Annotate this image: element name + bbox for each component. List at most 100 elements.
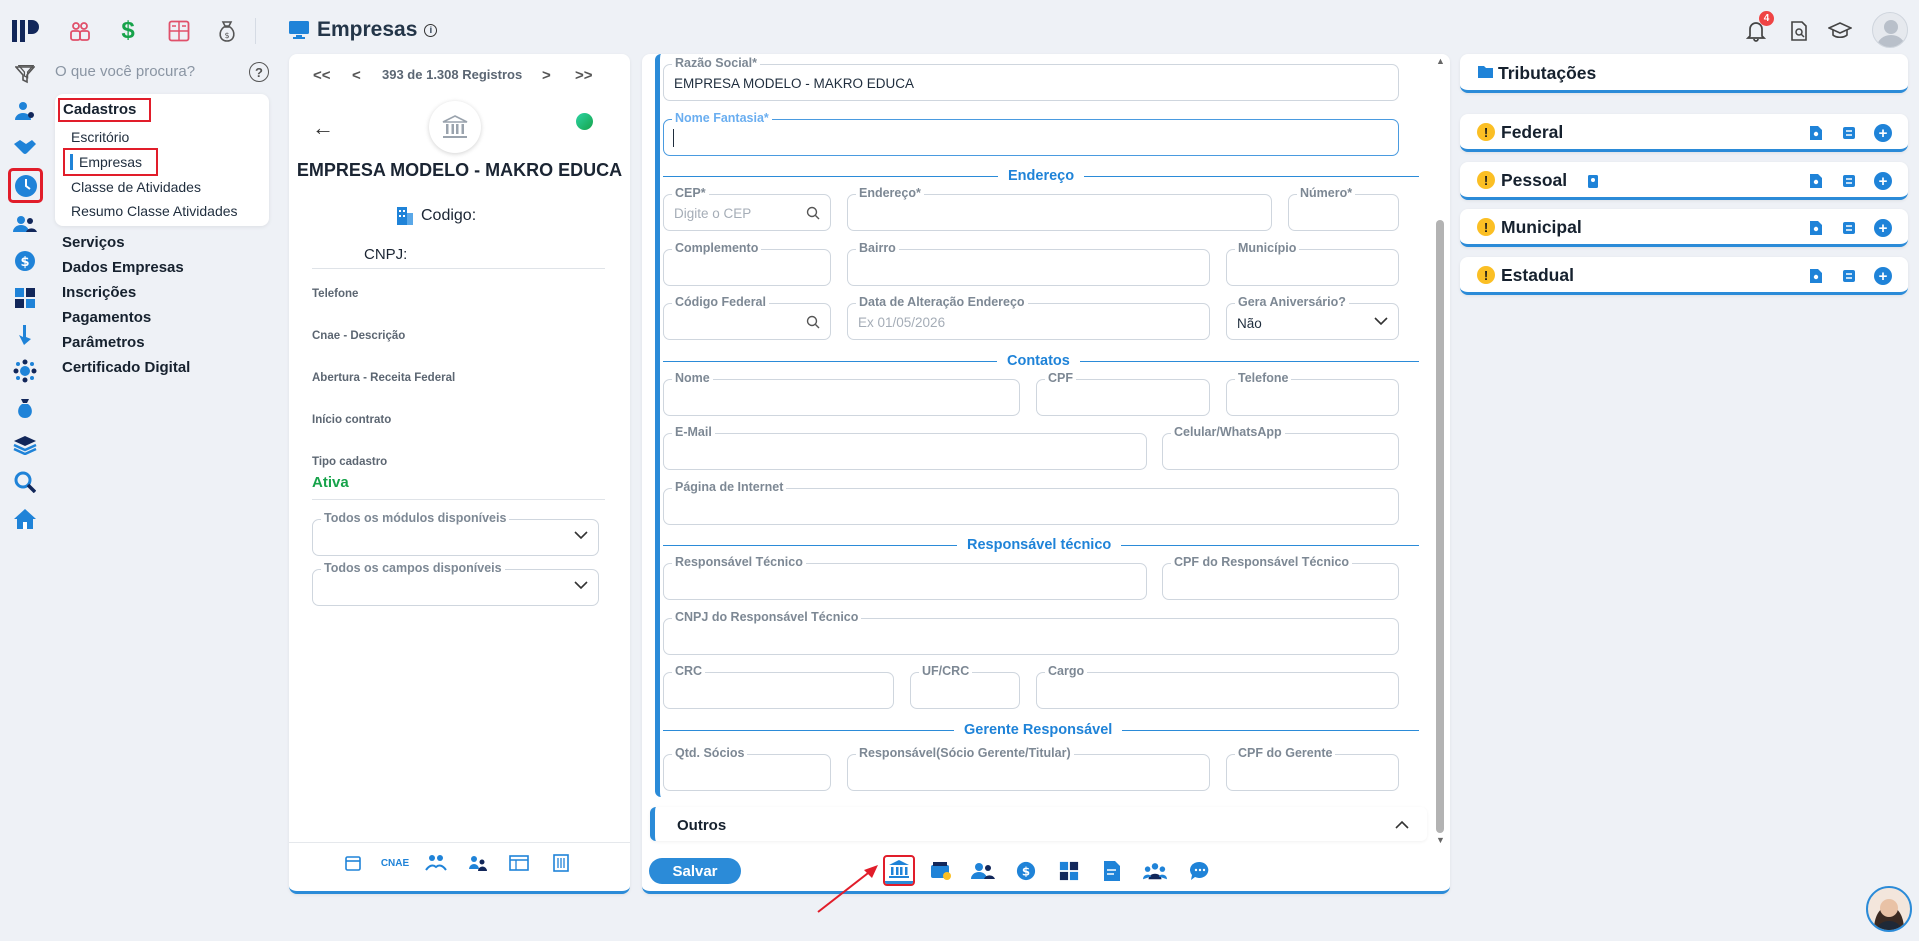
tributacao-federal[interactable]: ! Federal + [1460,114,1908,152]
scroll-down-arrow[interactable]: ▼ [1436,835,1445,845]
scroll-document-icon[interactable] [1841,268,1857,284]
menu-certificado-digital[interactable]: Certificado Digital [62,359,190,376]
layers-icon[interactable] [12,432,38,458]
add-icon[interactable]: + [1874,124,1892,142]
add-icon[interactable]: + [1874,219,1892,237]
handshake-icon[interactable] [12,134,38,160]
crc-field[interactable]: CRC [663,664,894,709]
home-icon[interactable] [12,506,38,532]
scroll-thumb[interactable] [1436,220,1444,833]
pointer-icon[interactable] [12,322,38,348]
calculator-tab-icon[interactable] [1057,859,1081,883]
submenu-item-resumo-classe[interactable]: Resumo Classe Atividades [71,203,238,219]
qtd-socios-field[interactable]: Qtd. Sócios [663,746,831,791]
scroll-document-icon[interactable] [1841,125,1857,141]
dollar-tab-icon[interactable]: $ [1014,859,1038,883]
users-icon[interactable] [12,211,38,237]
money-bag-module-icon[interactable]: $ [214,18,240,44]
app-logo[interactable] [10,16,42,46]
add-icon[interactable]: + [1874,172,1892,190]
global-search[interactable]: O que você procura? ? [18,62,272,84]
user-avatar[interactable] [1872,12,1908,48]
complemento-field[interactable]: Complemento [663,241,831,286]
clock-icon[interactable] [8,168,43,203]
calculator-icon[interactable] [12,285,38,311]
nome-contato-field[interactable]: Nome [663,371,1020,416]
submenu-item-empresas[interactable]: Empresas [63,148,158,176]
cnpj-responsavel-field[interactable]: CNPJ do Responsável Técnico [663,610,1399,655]
email-field[interactable]: E-Mail [663,425,1147,470]
building-tab-icon[interactable] [550,852,572,874]
salvar-button[interactable]: Salvar [649,858,741,884]
next-record-button[interactable]: > [542,67,551,84]
back-arrow-icon[interactable]: ← [312,115,334,141]
tributacao-pessoal[interactable]: ! Pessoal + [1460,162,1908,200]
cpf-responsavel-field[interactable]: CPF do Responsável Técnico [1162,555,1399,600]
nome-fantasia-field[interactable]: Nome Fantasia* [663,111,1399,156]
endereco-field[interactable]: Endereço* [847,186,1272,231]
data-alteracao-field[interactable]: Data de Alteração Endereço Ex 01/05/2026 [847,295,1210,340]
uf-crc-field[interactable]: UF/CRC [910,664,1020,709]
document-search-icon[interactable] [1808,268,1824,284]
cep-field[interactable]: CEP* Digite o CEP [663,186,831,231]
people-module-icon[interactable] [67,18,93,44]
graduation-cap-icon[interactable] [1827,18,1853,44]
last-record-button[interactable]: >> [575,67,593,84]
modulos-select[interactable]: Todos os módulos disponíveis [312,511,599,556]
menu-pagamentos[interactable]: Pagamentos [62,309,151,326]
network-icon[interactable] [12,358,38,384]
razao-social-field[interactable]: Razão Social* EMPRESA MODELO - MAKRO EDU… [663,56,1399,101]
scroll-document-icon[interactable] [1841,173,1857,189]
responsavel-tecnico-field[interactable]: Responsável Técnico [663,555,1147,600]
celular-field[interactable]: Celular/WhatsApp [1162,425,1399,470]
cpf-gerente-field[interactable]: CPF do Gerente [1226,746,1399,791]
document-search-icon[interactable] [1808,125,1824,141]
people-tab-icon[interactable] [971,859,995,883]
submenu-item-classe-atividades[interactable]: Classe de Atividades [71,179,201,195]
document-search-icon[interactable] [1786,18,1812,44]
codigo-federal-field[interactable]: Código Federal [663,295,831,340]
cargo-field[interactable]: Cargo [1036,664,1399,709]
submenu-heading[interactable]: Cadastros [58,98,151,122]
cpf-field[interactable]: CPF [1036,371,1210,416]
table-tab-icon[interactable] [508,852,530,874]
form-scrollbar[interactable]: ▲ ▼ [1435,56,1445,846]
numero-field[interactable]: Número* [1288,186,1399,231]
chat-tab-icon[interactable] [1188,859,1212,883]
document-edit-tab-icon[interactable] [1100,859,1124,883]
group-tab-icon[interactable] [1143,859,1167,883]
bairro-field[interactable]: Bairro [847,241,1210,286]
add-icon[interactable]: + [1874,267,1892,285]
cnae-tab[interactable]: CNAE [381,852,409,874]
menu-dados-empresas[interactable]: Dados Empresas [62,259,184,276]
wallet-tab-icon[interactable] [929,859,953,883]
money-bag-icon[interactable] [12,395,38,421]
bank-tab-icon[interactable] [883,855,915,886]
dollar-coin-icon[interactable]: $ [12,248,38,274]
submenu-item-escritorio[interactable]: Escritório [71,129,129,145]
menu-inscricoes[interactable]: Inscrições [62,284,136,301]
responsavel-socio-field[interactable]: Responsável(Sócio Gerente/Titular) [847,746,1210,791]
telefone-field[interactable]: Telefone [1226,371,1399,416]
prev-record-button[interactable]: < [352,67,361,84]
hand-users-tab-icon[interactable] [425,852,447,874]
calendar-tab-icon[interactable] [342,852,364,874]
document-search-icon[interactable] [1808,173,1824,189]
user-icon[interactable] [12,98,38,124]
outros-section[interactable]: Outros [650,807,1427,841]
menu-servicos[interactable]: Serviços [62,234,125,251]
help-icon[interactable]: ? [249,62,269,82]
menu-parametros[interactable]: Parâmetros [62,334,145,351]
assistant-avatar[interactable] [1866,886,1912,932]
magnifier-icon[interactable] [12,469,38,495]
scroll-up-arrow[interactable]: ▲ [1436,56,1445,66]
document-search-icon[interactable] [1808,220,1824,236]
scroll-document-icon[interactable] [1841,220,1857,236]
spreadsheet-module-icon[interactable] [166,18,192,44]
municipio-field[interactable]: Município [1226,241,1399,286]
tributacao-estadual[interactable]: ! Estadual + [1460,257,1908,295]
campos-select[interactable]: Todos os campos disponíveis [312,561,599,606]
info-icon[interactable]: i [424,23,438,37]
dollar-module-icon[interactable]: $ [115,17,141,44]
pagina-internet-field[interactable]: Página de Internet [663,480,1399,525]
